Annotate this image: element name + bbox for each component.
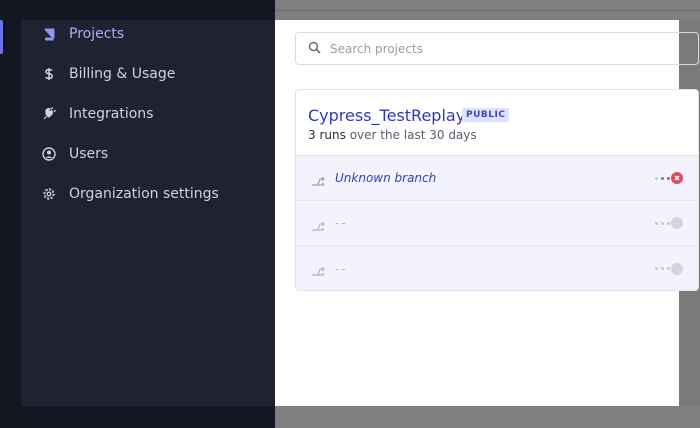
failed-status-icon — [671, 172, 683, 184]
runs-summary: 3 runs over the last 30 days — [308, 128, 477, 142]
user-circle-icon — [42, 147, 56, 161]
public-badge: PUBLIC — [462, 108, 510, 122]
divider — [275, 10, 700, 11]
run-history-dots — [655, 221, 670, 225]
sidebar-item-projects[interactable]: Projects — [42, 22, 124, 46]
search-input[interactable] — [330, 41, 630, 56]
run-history-dots — [655, 176, 670, 180]
history-dot — [667, 221, 670, 225]
sidebar-item-label: Projects — [69, 26, 125, 42]
branch-row[interactable]: Unknown branch — [296, 156, 698, 201]
empty-status-icon — [671, 217, 683, 229]
sidebar-item-label: Billing & Usage — [69, 66, 176, 82]
sidebar-item-integrations[interactable]: Integrations — [42, 102, 153, 126]
book-icon — [42, 27, 56, 41]
gear-icon — [42, 187, 56, 201]
history-dot — [655, 267, 658, 270]
sidebar-item-users[interactable]: Users — [42, 142, 108, 166]
project-card: Cypress_TestReplay PUBLIC 3 runs over th… — [295, 89, 699, 291]
runs-period: over the last 30 days — [349, 128, 477, 142]
dollar-icon — [42, 67, 56, 81]
left-strip — [0, 0, 21, 428]
run-history-dots — [655, 267, 670, 270]
history-dot — [655, 221, 658, 225]
branch-icon — [311, 262, 325, 281]
sidebar-item-label: Organization settings — [69, 186, 219, 202]
project-title[interactable]: Cypress_TestReplay — [308, 106, 465, 125]
projects-panel: Cypress_TestReplay PUBLIC 3 runs over th… — [275, 20, 699, 406]
sidebar: Projects Billing & Usage Integrations Us… — [0, 20, 275, 406]
branch-icon — [311, 172, 325, 191]
branch-icon — [311, 217, 325, 236]
history-dot — [667, 176, 670, 180]
active-indicator — [0, 20, 3, 54]
history-dot — [667, 267, 670, 270]
sidebar-item-label: Users — [69, 146, 109, 162]
runs-count: 3 runs — [308, 128, 346, 142]
history-dot — [661, 176, 664, 180]
branch-name: -- — [335, 261, 348, 276]
plug-icon — [42, 107, 56, 121]
sidebar-item-billing[interactable]: Billing & Usage — [42, 62, 175, 86]
empty-status-icon — [671, 262, 683, 275]
history-dot — [661, 221, 664, 225]
branch-name: -- — [335, 216, 348, 230]
sidebar-item-organization-settings[interactable]: Organization settings — [42, 182, 219, 206]
branch-row[interactable]: -- — [296, 246, 698, 290]
history-dot — [655, 176, 658, 180]
history-dot — [661, 267, 664, 270]
search-box[interactable] — [295, 32, 699, 65]
sidebar-item-label: Integrations — [69, 106, 154, 122]
branch-row[interactable]: -- — [296, 201, 698, 246]
branch-name[interactable]: Unknown branch — [335, 171, 436, 185]
project-card-header: Cypress_TestReplay PUBLIC 3 runs over th… — [296, 90, 698, 156]
search-icon — [308, 39, 321, 58]
